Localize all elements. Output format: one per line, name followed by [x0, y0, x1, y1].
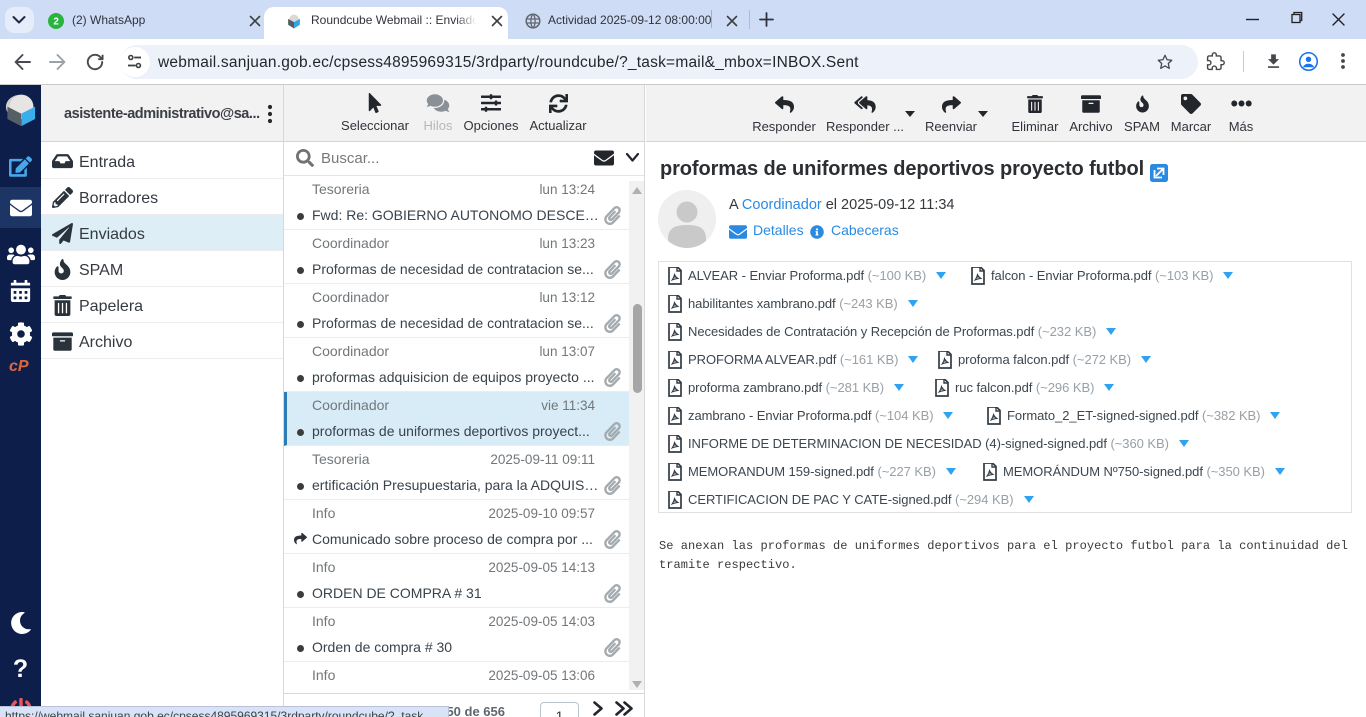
svg-text:2: 2 [53, 17, 59, 28]
